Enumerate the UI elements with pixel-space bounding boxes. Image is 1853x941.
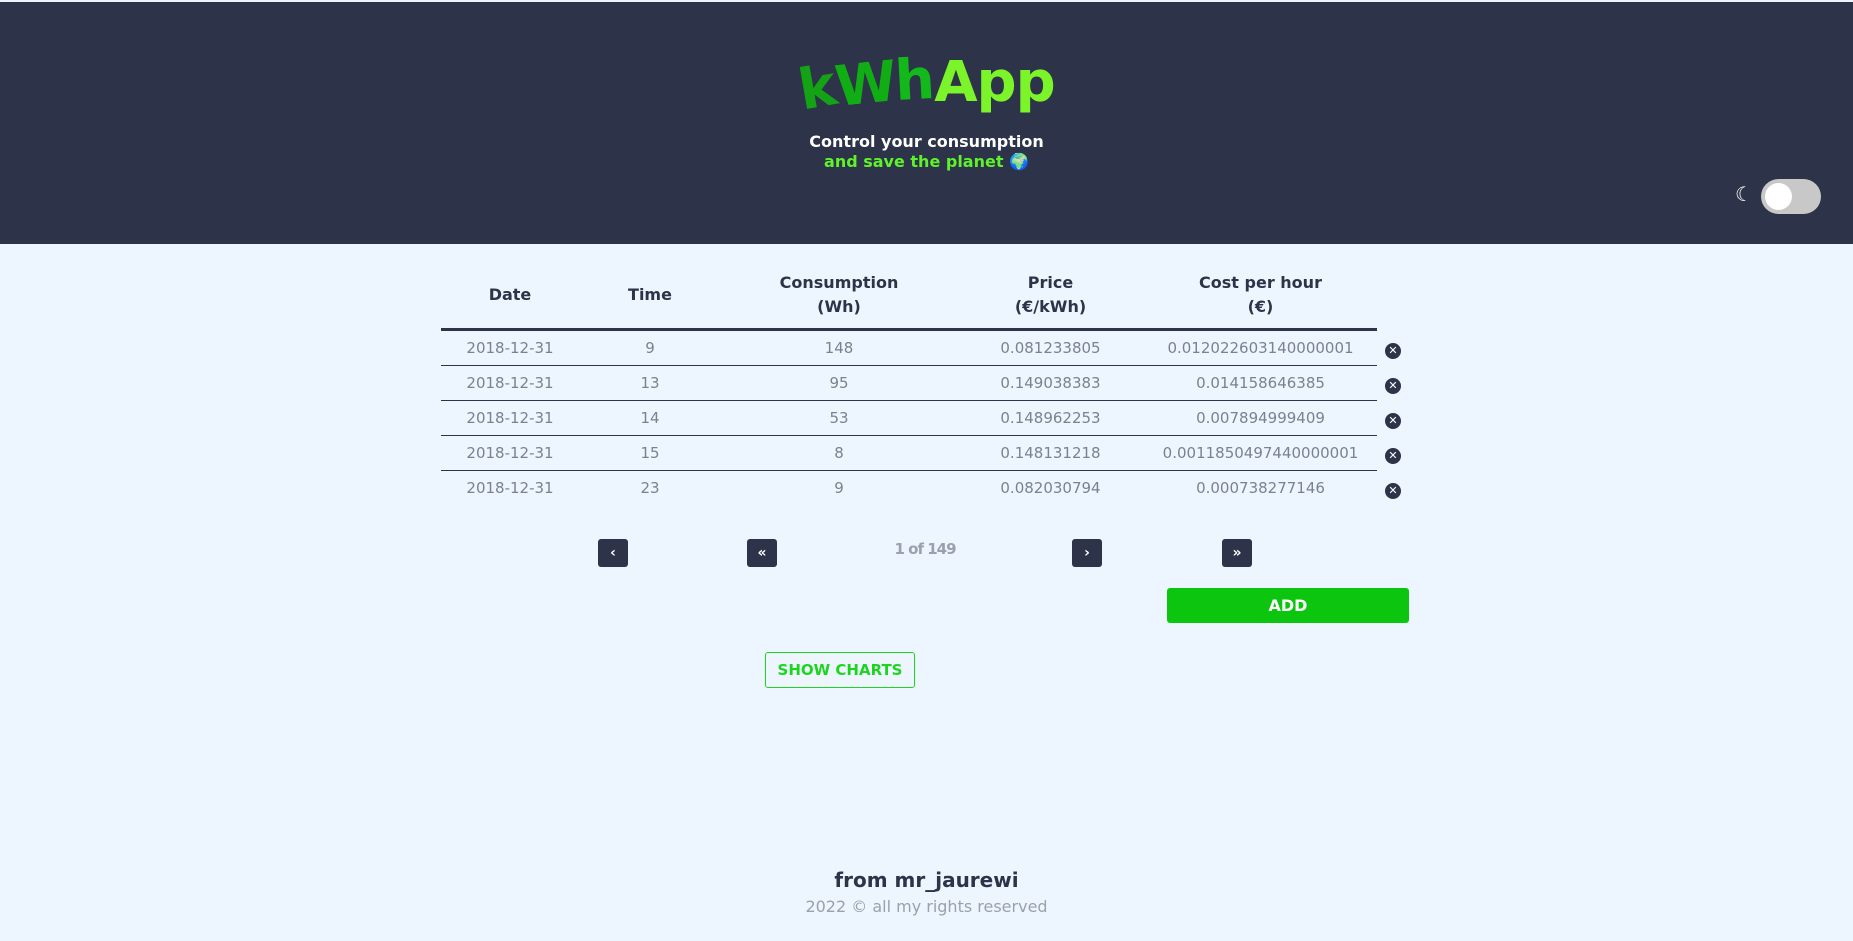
cell-time: 13 [579, 365, 721, 401]
last-page-button[interactable]: » [1222, 539, 1252, 567]
cell-cost: 0.012022603140000001 [1144, 329, 1377, 366]
first-page-button[interactable]: « [747, 539, 777, 567]
cell-cost: 0.014158646385 [1144, 365, 1377, 401]
tagline-line2: and save the planet 🌍 [824, 152, 1029, 171]
cell-consumption: 8 [721, 435, 957, 471]
show-charts-button[interactable]: SHOW CHARTS [765, 652, 915, 688]
cell-cost: 0.0011850497440000001 [1144, 435, 1377, 471]
cell-date: 2018-12-31 [466, 479, 554, 497]
table-row: 2018-12-31 9 148 0.081233805 0.012022603… [441, 329, 1377, 366]
footer-author: from mr_jaurewi [834, 868, 1019, 892]
tagline-line1: Control your consumption [809, 132, 1044, 151]
cell-time: 23 [640, 479, 660, 497]
column-header-cost: Cost per hour (€) [1144, 262, 1377, 331]
cell-date: 2018-12-31 [441, 435, 579, 471]
cell-price: 0.081233805 [957, 329, 1144, 366]
cell-consumption: 9 [834, 479, 844, 497]
table-row: 2018-12-31 23 9 0.082030794 0.0007382771… [441, 471, 1377, 506]
footer-copyright: 2022 © all my rights reserved [805, 897, 1048, 916]
column-header-consumption: Consumption (Wh) [721, 262, 957, 331]
logo-letter-h: h [893, 47, 936, 114]
dark-mode-toggle[interactable] [1761, 179, 1821, 214]
cell-consumption: 53 [721, 400, 957, 436]
cell-time: 9 [579, 329, 721, 366]
page-indicator: 1 of 149 [894, 540, 956, 558]
table-header-row: Date Time Consumption (Wh) Price (€/kWh) C… [441, 262, 1377, 331]
cell-date: 2018-12-31 [441, 400, 579, 436]
cell-consumption: 95 [721, 365, 957, 401]
add-button[interactable]: ADD [1167, 588, 1409, 623]
moon-icon: ☾ [1735, 182, 1753, 206]
cell-cost: 0.000738277146 [1196, 479, 1325, 497]
app-logo: kWhApp [0, 47, 1853, 124]
cell-date: 2018-12-31 [441, 329, 579, 366]
table-row: 2018-12-31 14 53 0.148962253 0.007894999… [441, 400, 1377, 436]
delete-row-icon[interactable]: ✕ [1385, 413, 1401, 429]
cell-price: 0.149038383 [957, 365, 1144, 401]
next-page-button[interactable]: › [1072, 539, 1102, 567]
app-header: kWhApp Control your consumption and save… [0, 2, 1853, 244]
cell-price: 0.082030794 [1000, 479, 1101, 497]
cell-time: 14 [579, 400, 721, 436]
delete-row-icon[interactable]: ✕ [1385, 483, 1401, 499]
cell-date: 2018-12-31 [441, 365, 579, 401]
table-row: 2018-12-31 13 95 0.149038383 0.014158646… [441, 365, 1377, 401]
cell-cost: 0.007894999409 [1144, 400, 1377, 436]
prev-page-button[interactable]: ‹ [598, 539, 628, 567]
toggle-knob [1765, 183, 1792, 210]
delete-row-icon[interactable]: ✕ [1385, 448, 1401, 464]
column-header-time: Time [579, 262, 721, 331]
cell-price: 0.148962253 [957, 400, 1144, 436]
logo-letter-w: W [831, 48, 899, 120]
cell-consumption: 148 [721, 329, 957, 366]
consumption-table: Date Time Consumption (Wh) Price (€/kWh) C… [441, 262, 1377, 505]
delete-row-icon[interactable]: ✕ [1385, 378, 1401, 394]
table-row: 2018-12-31 15 8 0.148131218 0.0011850497… [441, 435, 1377, 471]
logo-app: App [934, 50, 1056, 115]
cell-price: 0.148131218 [957, 435, 1144, 471]
column-header-price: Price (€/kWh) [957, 262, 1144, 331]
column-header-date: Date [441, 262, 579, 331]
delete-row-icon[interactable]: ✕ [1385, 343, 1401, 359]
cell-time: 15 [579, 435, 721, 471]
